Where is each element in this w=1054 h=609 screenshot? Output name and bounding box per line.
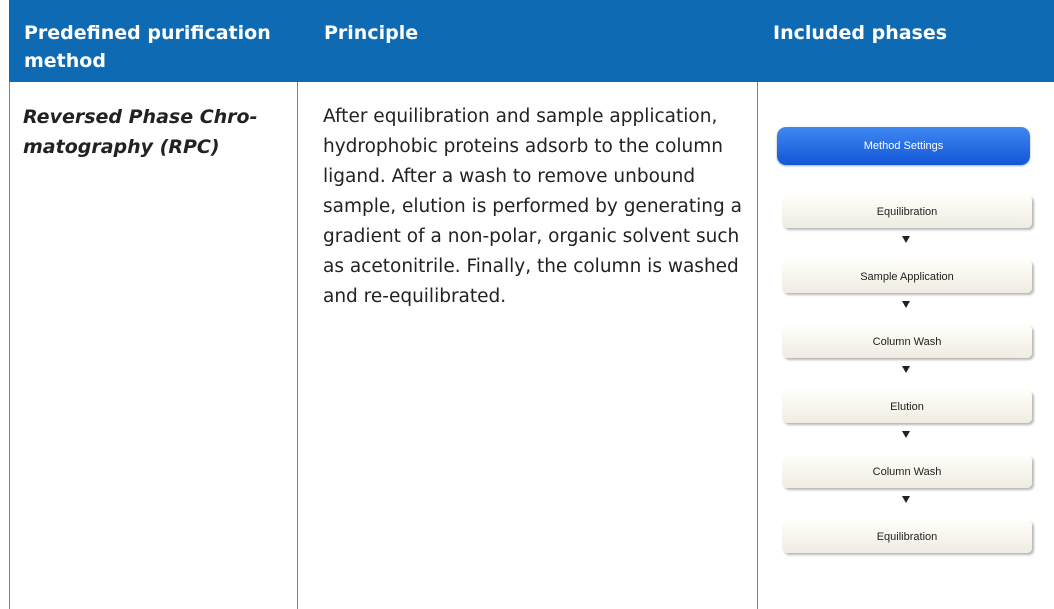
column-divider-2 (757, 82, 758, 609)
method-settings-button[interactable]: Method Settings (777, 127, 1030, 165)
phase-sample-application[interactable]: Sample Application (782, 260, 1032, 293)
down-arrow-icon (902, 366, 910, 373)
principle-cell: After equilibration and sample applicati… (323, 102, 755, 312)
column-divider-1 (297, 82, 298, 609)
phases-flow: Method Settings Equilibration Sample App… (774, 82, 1034, 609)
method-name: Reversed Phase Chro-matography (RPC) (23, 106, 258, 158)
down-arrow-icon (902, 236, 910, 243)
header-principle: Principle (324, 22, 419, 44)
down-arrow-icon (902, 496, 910, 503)
phase-elution[interactable]: Elution (782, 390, 1032, 423)
header-method: Predefined purification method (24, 22, 271, 72)
method-name-cell: Reversed Phase Chro-matography (RPC) (23, 102, 288, 162)
phase-equilibration[interactable]: Equilibration (782, 195, 1032, 228)
phase-column-wash-2[interactable]: Column Wash (782, 455, 1032, 488)
down-arrow-icon (902, 301, 910, 308)
principle-text: After equilibration and sample applicati… (323, 106, 742, 307)
down-arrow-icon (902, 431, 910, 438)
phase-column-wash[interactable]: Column Wash (782, 325, 1032, 358)
header-phases: Included phases (773, 22, 948, 44)
method-table: Predefined purification method Principle… (9, 0, 1054, 609)
table-border-left (9, 82, 10, 609)
table-header: Predefined purification method Principle… (9, 0, 1054, 82)
phase-re-equilibration[interactable]: Equilibration (782, 520, 1032, 553)
